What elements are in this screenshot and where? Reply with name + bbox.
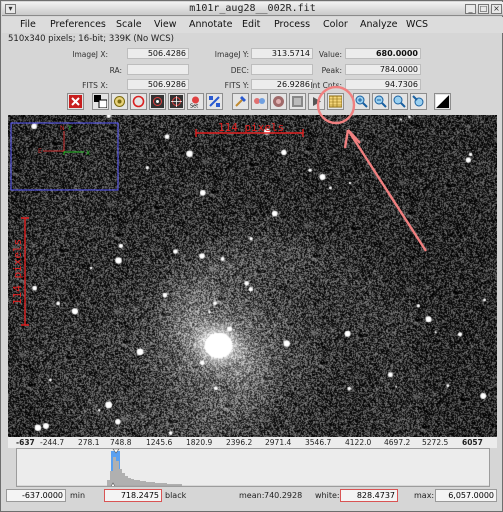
image-window: ▾ m101r_aug28__002R.fit _ □ × File Prefe… (0, 0, 503, 512)
histogram-panel[interactable] (16, 448, 490, 487)
image-info-line: 510x340 pixels; 16-bit; 339K (No WCS) (8, 34, 174, 44)
toolbar: Set (67, 92, 467, 112)
menu-annotate[interactable]: Annotate (189, 19, 232, 30)
maximize-button[interactable]: □ (478, 4, 489, 14)
compass-ne-arrows (43, 131, 65, 152)
axis-tick: 4122.0 (345, 438, 372, 447)
min-label: min (70, 491, 86, 500)
fits-y-label: FITS Y: (224, 81, 249, 90)
menu-file[interactable]: File (20, 19, 36, 30)
histogram-bars (107, 457, 182, 486)
max-field[interactable]: 6,057.0000 (435, 489, 497, 502)
axis-tick: 3546.7 (305, 438, 332, 447)
color-swatch-icon[interactable] (92, 93, 109, 110)
axis-tick: 1820.9 (186, 438, 213, 447)
imagej-x-value: 506.4286 (127, 48, 189, 59)
axis-tick: 278.1 (78, 438, 100, 447)
compass-x-label: X (86, 150, 90, 157)
white-label: white: (315, 491, 340, 500)
value-value: 680.0000 (345, 48, 421, 59)
axis-tick: 5272.5 (422, 438, 449, 447)
highlight-circle (316, 85, 356, 125)
menu-wcs[interactable]: WCS (406, 19, 428, 30)
ring-red-icon[interactable] (130, 93, 147, 110)
axis-tick: 4697.2 (384, 438, 411, 447)
centroid-icon[interactable] (168, 93, 185, 110)
measure-icon[interactable] (251, 93, 268, 110)
zoom-reset-icon[interactable] (410, 93, 427, 110)
imagej-x-label: ImageJ X: (72, 50, 108, 59)
fits-x-label: FITS X: (82, 81, 108, 90)
black-label: black (165, 491, 187, 500)
min-field[interactable]: -637.0000 (6, 489, 66, 502)
image-display[interactable]: N E Y X 114 pixels 114 pixels (8, 115, 497, 437)
max-label: max: (414, 491, 435, 500)
mean-label: mean: (239, 491, 265, 500)
close-window-button[interactable]: × (491, 4, 502, 14)
imagej-y-label: ImageJ Y: (214, 50, 249, 59)
menu-preferences[interactable]: Preferences (50, 19, 106, 30)
set-scale-icon[interactable]: Set (187, 93, 204, 110)
axis-tick: 2396.2 (226, 438, 253, 447)
axis-tick: 1245.6 (146, 438, 173, 447)
aperture-photometry-icon[interactable] (149, 93, 166, 110)
dec-label: DEC: (230, 66, 249, 75)
zoom-out-icon[interactable] (372, 93, 389, 110)
ra-value (127, 64, 189, 75)
compass-north-label: N (60, 125, 65, 132)
aperture-settings-icon[interactable] (111, 93, 128, 110)
overlay-layer: N E Y X 114 pixels 114 pixels (10, 121, 428, 326)
menu-view[interactable]: View (154, 19, 177, 30)
compass-xy-arrows (63, 131, 84, 155)
compass-east-label: E (38, 148, 42, 155)
axis-tick: 2971.4 (265, 438, 292, 447)
menu-analyze[interactable]: Analyze (360, 19, 397, 30)
contrast-icon[interactable] (434, 93, 451, 110)
histogram-axis: -637 -244.7 278.1 748.8 1245.6 1820.9 23… (8, 437, 497, 448)
value-label: Value: (318, 50, 342, 59)
menu-edit[interactable]: Edit (242, 19, 260, 30)
axis-tick: -637 (16, 438, 35, 447)
ra-label: RA: (109, 66, 122, 75)
clear-icon[interactable] (232, 93, 249, 110)
peak-value: 784.0000 (345, 64, 421, 75)
filter-icon[interactable] (270, 93, 287, 110)
menu-color[interactable]: Color (323, 19, 348, 30)
stats-bar: -637.0000 min 718.2475 black mean: 740.2… (6, 489, 499, 503)
histogram-chart (17, 449, 489, 486)
satellite-icon[interactable] (206, 93, 223, 110)
peak-label: Peak: (321, 66, 342, 75)
title-bar[interactable]: ▾ m101r_aug28__002R.fit _ □ × (2, 2, 503, 16)
horizontal-scale-label: 114 pixels (218, 121, 284, 134)
menu-process[interactable]: Process (274, 19, 310, 30)
svg-text:Set: Set (190, 104, 198, 109)
menu-scale[interactable]: Scale (116, 19, 142, 30)
black-field[interactable]: 718.2475 (104, 489, 162, 502)
close-red-x-icon[interactable] (67, 93, 84, 110)
vertical-scale-label: 114 pixels (11, 239, 24, 305)
axis-tick: 748.8 (110, 438, 132, 447)
minimize-button[interactable]: _ (465, 4, 476, 14)
pointer-arrow (346, 129, 428, 252)
fits-x-value: 506.9286 (127, 79, 189, 90)
mean-value: 740.2928 (264, 491, 303, 500)
compass-y-label: Y (67, 125, 72, 132)
white-field[interactable]: 828.4737 (340, 489, 398, 502)
axis-tick: -244.7 (40, 438, 65, 447)
window-title: m101r_aug28__002R.fit (189, 3, 316, 14)
menu-bar: File Preferences Scale View Annotate Edi… (2, 17, 503, 33)
zoom-fit-icon[interactable] (391, 93, 408, 110)
axis-tick: 6057 (462, 438, 483, 447)
